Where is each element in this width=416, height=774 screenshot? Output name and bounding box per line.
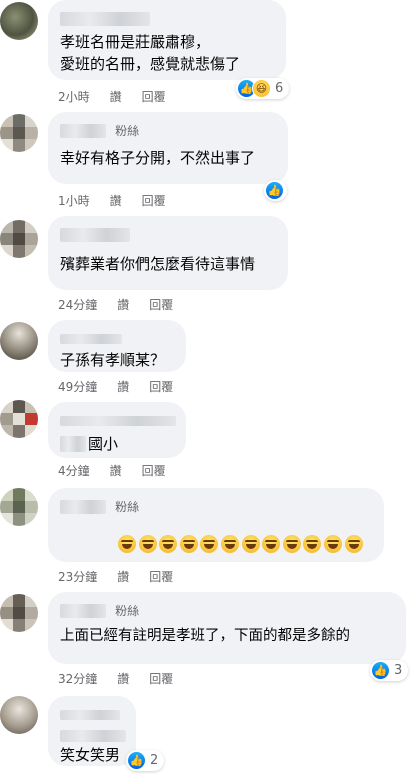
reply-button[interactable]: 回覆 [149,568,173,585]
blurred-name-line-2 [60,729,126,742]
comment-actions: 32分鐘 讚 回覆 [58,670,173,687]
comment-actions: 2小時 讚 回覆 [58,88,166,105]
comment-text: 國小 [88,435,119,453]
comment-text: 笑女笑男 [60,746,121,764]
like-button[interactable]: 讚 [117,670,129,687]
rofl-emoji-icon [282,534,301,553]
like-button[interactable]: 讚 [110,88,122,105]
reaction-count: 6 [275,81,284,96]
rofl-emoji-icon [220,534,239,553]
rofl-emoji-icon [241,534,260,553]
like-icon: 👍 [127,751,146,770]
emoji-row [118,533,372,553]
comment-actions: 1小時 讚 回覆 [58,192,166,209]
comment-text: 幸好有格子分開，不然出事了 [60,149,256,167]
reply-button[interactable]: 回覆 [149,378,173,395]
like-button[interactable]: 讚 [110,462,122,479]
avatar[interactable] [0,488,38,526]
blurred-name [60,603,106,618]
reaction-summary[interactable]: 👍 [264,180,287,201]
comment-7: 粉絲 上面已經有註明是孝班了，下面的都是多餘的 👍 3 32分鐘 讚 回覆 [0,590,416,690]
comment-bubble: 孝班名冊是莊嚴肅穆， 愛班的名冊，感覺就悲傷了 [48,0,286,80]
comment-actions: 24分鐘 讚 回覆 [58,296,173,313]
blurred-school-name [60,436,86,452]
comment-body: 國小 [60,433,174,455]
haha-icon: 😆 [252,79,271,98]
comment-bubble: 殯葬業者你們怎麼看待這事情 [48,216,288,290]
comment-3: 殯葬業者你們怎麼看待這事情 24分鐘 讚 回覆 [0,212,416,316]
timestamp[interactable]: 23分鐘 [58,568,97,585]
comment-actions: 23分鐘 讚 回覆 [58,568,173,585]
rofl-emoji-icon [118,534,136,553]
comment-5: 國小 4分鐘 讚 回覆 [0,398,416,486]
rofl-emoji-icon [138,534,157,553]
comment-actions: 49分鐘 讚 回覆 [58,378,173,395]
rofl-emoji-icon [200,534,219,553]
like-button[interactable]: 讚 [117,378,129,395]
timestamp[interactable]: 4分鐘 [58,462,90,479]
avatar[interactable] [0,594,38,632]
rofl-emoji-icon [303,534,322,553]
rofl-emoji-icon [179,534,198,553]
like-button[interactable]: 讚 [117,568,129,585]
rofl-emoji-icon [262,534,281,553]
comment-bubble: 粉絲 幸好有格子分開，不然出事了 [48,112,288,184]
like-icon: 👍 [371,661,390,680]
avatar[interactable] [0,220,38,258]
reply-button[interactable]: 回覆 [142,462,166,479]
comment-bubble: 子孫有孝順某？ [48,320,186,372]
blurred-name [60,499,106,514]
blurred-name [60,415,176,426]
fan-badge: 粉絲 [115,500,140,514]
comment-8: 笑女笑男 👍 2 [0,690,416,774]
comment-text: 殯葬業者你們怎麼看待這事情 [60,255,256,273]
timestamp[interactable]: 32分鐘 [58,670,97,687]
timestamp[interactable]: 1小時 [58,192,90,209]
comment-text: 子孫有孝順某？ [60,351,166,369]
avatar[interactable] [0,114,38,152]
reaction-count: 2 [150,753,159,768]
reaction-summary[interactable]: 👍 2 [126,750,165,771]
blurred-name [60,11,150,26]
comment-bubble: 笑女笑男 [48,696,136,766]
avatar[interactable] [0,400,38,438]
like-icon: 👍 [265,181,284,200]
avatar[interactable] [0,322,38,360]
timestamp[interactable]: 2小時 [58,88,90,105]
comment-bubble: 粉絲 [48,488,384,562]
reaction-summary[interactable]: 👍 3 [370,660,409,681]
blurred-name [60,227,130,242]
comment-4: 子孫有孝順某？ 49分鐘 讚 回覆 [0,316,416,398]
avatar[interactable] [0,696,38,734]
reply-button[interactable]: 回覆 [149,296,173,313]
fan-badge: 粉絲 [115,124,140,138]
like-button[interactable]: 讚 [110,192,122,209]
reply-button[interactable]: 回覆 [142,192,166,209]
reply-button[interactable]: 回覆 [142,88,166,105]
blurred-name [60,333,122,344]
comment-actions: 4分鐘 讚 回覆 [58,462,166,479]
comment-6: 粉絲 23分鐘 讚 回覆 [0,486,416,590]
like-button[interactable]: 讚 [117,296,129,313]
comment-bubble: 粉絲 上面已經有註明是孝班了，下面的都是多餘的 [48,592,406,664]
avatar[interactable] [0,2,38,40]
comment-bubble: 國小 [48,402,186,458]
comment-1: 孝班名冊是莊嚴肅穆， 愛班的名冊，感覺就悲傷了 👍 😆 6 2小時 讚 回覆 [0,0,416,108]
rofl-emoji-icon [344,534,363,553]
rofl-emoji-icon [159,534,178,553]
fan-badge: 粉絲 [115,604,140,618]
reaction-summary[interactable]: 👍 😆 6 [236,78,290,99]
timestamp[interactable]: 24分鐘 [58,296,97,313]
blurred-name [60,709,120,720]
reply-button[interactable]: 回覆 [149,670,173,687]
rofl-emoji-icon [323,534,342,553]
comment-2: 粉絲 幸好有格子分開，不然出事了 👍 1小時 讚 回覆 [0,108,416,212]
comment-text: 孝班名冊是莊嚴肅穆， 愛班的名冊，感覺就悲傷了 [60,33,241,73]
comment-text: 上面已經有註明是孝班了，下面的都是多餘的 [60,628,350,644]
blurred-name [60,123,106,138]
timestamp[interactable]: 49分鐘 [58,378,97,395]
reaction-count: 3 [394,663,403,678]
